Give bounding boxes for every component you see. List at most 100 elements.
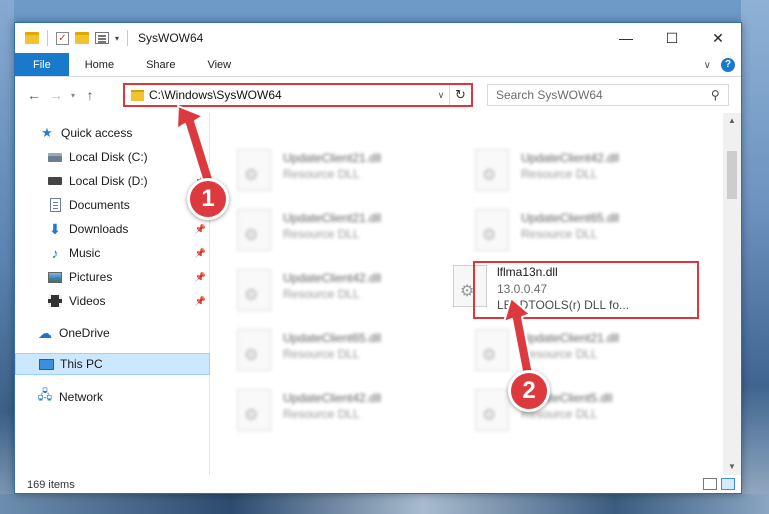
computer-icon bbox=[38, 357, 54, 371]
network-icon: 🖧 bbox=[37, 387, 53, 402]
sidebar-item-label: Videos bbox=[69, 294, 106, 308]
list-item[interactable]: ⚙ UpdateClient65.dll Resource DLL bbox=[449, 203, 674, 255]
desktop-wallpaper-bottom bbox=[0, 494, 769, 514]
search-placeholder[interactable]: Search SysWOW64 bbox=[496, 88, 711, 102]
file-name: UpdateClient21.dll bbox=[283, 211, 382, 225]
scrollbar-thumb[interactable] bbox=[727, 151, 737, 199]
toolbar-divider bbox=[127, 30, 129, 46]
chevron-down-icon[interactable]: ▾ bbox=[115, 34, 119, 43]
tab-home[interactable]: Home bbox=[69, 53, 130, 76]
properties-icon[interactable] bbox=[95, 32, 109, 44]
sidebar-item-music[interactable]: ♪ Music 📌 bbox=[15, 242, 210, 264]
properties-check-icon[interactable]: ✓ bbox=[56, 31, 69, 45]
refresh-icon[interactable]: ↻ bbox=[449, 85, 471, 105]
star-icon: ★ bbox=[41, 125, 53, 140]
scroll-down-icon[interactable]: ▼ bbox=[723, 459, 741, 475]
folder-icon bbox=[25, 32, 39, 44]
help-icon[interactable]: ? bbox=[721, 58, 735, 72]
maximize-button[interactable]: ☐ bbox=[649, 23, 695, 53]
pin-icon[interactable]: 📌 bbox=[195, 224, 206, 235]
file-name: UpdateClient65.dll bbox=[283, 331, 382, 345]
tab-view[interactable]: View bbox=[191, 53, 247, 76]
music-icon: ♪ bbox=[51, 245, 59, 261]
cloud-icon: ☁ bbox=[38, 324, 52, 341]
file-name: UpdateClient42.dll bbox=[283, 271, 382, 285]
address-bar[interactable]: C:\Windows\SysWOW64 ∨ ↻ bbox=[123, 83, 473, 107]
video-icon bbox=[47, 294, 63, 308]
minimize-button[interactable]: — bbox=[603, 23, 649, 53]
search-input[interactable]: Search SysWOW64 ⚲ bbox=[487, 84, 729, 106]
list-item[interactable]: ⚙ UpdateClient5.dll Resource DLL bbox=[449, 383, 674, 435]
chevron-down-icon[interactable]: ∨ bbox=[433, 90, 449, 101]
sidebar-item-local-disk-d[interactable]: Local Disk (D:) 📌 bbox=[15, 170, 210, 192]
sidebar-item-downloads[interactable]: ⬇ Downloads 📌 bbox=[15, 218, 210, 240]
file-name: UpdateClient42.dll bbox=[283, 391, 382, 405]
dll-file-icon: ⚙ bbox=[237, 149, 271, 191]
pin-icon[interactable]: 📌 bbox=[195, 248, 206, 259]
dll-file-icon: ⚙ bbox=[475, 149, 509, 191]
sidebar-item-network[interactable]: 🖧 Network bbox=[15, 386, 210, 408]
sidebar-item-pictures[interactable]: Pictures 📌 bbox=[15, 266, 210, 288]
sidebar-item-videos[interactable]: Videos 📌 bbox=[15, 290, 210, 312]
scroll-up-icon[interactable]: ▲ bbox=[723, 113, 741, 129]
file-list: ⚙ UpdateClient21.dll Resource DLL ⚙ Upda… bbox=[211, 113, 723, 475]
item-count: 169 items bbox=[27, 479, 75, 491]
forward-arrow-icon[interactable]: → bbox=[45, 87, 67, 103]
dll-file-icon: ⚙ bbox=[237, 329, 271, 371]
large-icons-view-icon[interactable] bbox=[721, 478, 735, 490]
list-item[interactable]: ⚙ UpdateClient21.dll Resource DLL bbox=[449, 323, 674, 375]
sidebar-item-quick-access[interactable]: ★ Quick access bbox=[15, 122, 210, 144]
window-title: SysWOW64 bbox=[138, 31, 204, 45]
dll-file-icon: ⚙ bbox=[237, 269, 271, 311]
pin-icon[interactable]: 📌 bbox=[195, 296, 206, 307]
file-name: UpdateClient21.dll bbox=[521, 331, 620, 345]
quick-access-toolbar: ✓ ▾ bbox=[15, 30, 130, 46]
dll-file-icon: ⚙ bbox=[237, 209, 271, 251]
status-bar: 169 items bbox=[15, 475, 741, 495]
drive-icon bbox=[47, 174, 63, 188]
navigation-bar: ← → ▾ ↑ C:\Windows\SysWOW64 ∨ ↻ Search S… bbox=[15, 78, 741, 112]
close-button[interactable]: ✕ bbox=[695, 23, 741, 53]
file-type: Resource DLL bbox=[283, 347, 360, 361]
vertical-scrollbar[interactable]: ▲ ▼ bbox=[723, 113, 741, 475]
drive-icon bbox=[47, 150, 63, 164]
pin-icon[interactable]: 📌 bbox=[195, 272, 206, 283]
file-type: Resource DLL bbox=[283, 227, 360, 241]
document-icon bbox=[47, 198, 63, 212]
title-bar: ✓ ▾ SysWOW64 — ☐ ✕ bbox=[15, 23, 741, 53]
ribbon-tabs: File Home Share View ∨ ? bbox=[15, 53, 741, 77]
desktop-wallpaper-left bbox=[0, 0, 14, 514]
dll-file-icon: ⚙ bbox=[475, 209, 509, 251]
list-item[interactable]: ⚙ UpdateClient65.dll Resource DLL bbox=[211, 323, 436, 375]
expand-ribbon-icon[interactable]: ∨ bbox=[704, 60, 711, 71]
view-toggles bbox=[703, 478, 735, 490]
list-item[interactable]: ⚙ UpdateClient42.dll Resource DLL bbox=[449, 143, 674, 195]
sidebar-item-label: Documents bbox=[69, 198, 130, 212]
tab-file[interactable]: File bbox=[15, 53, 69, 76]
file-type: Resource DLL bbox=[521, 347, 598, 361]
list-item[interactable]: ⚙ UpdateClient21.dll Resource DLL bbox=[211, 143, 436, 195]
address-path[interactable]: C:\Windows\SysWOW64 bbox=[149, 88, 433, 102]
file-type: Resource DLL bbox=[283, 167, 360, 181]
sidebar-item-local-disk-c[interactable]: Local Disk (C:) 📌 bbox=[15, 146, 210, 168]
sidebar-item-label: Downloads bbox=[69, 222, 129, 236]
list-item[interactable]: ⚙ UpdateClient42.dll Resource DLL bbox=[211, 263, 436, 315]
ribbon-right: ∨ ? bbox=[704, 53, 735, 77]
list-item[interactable]: ⚙ UpdateClient21.dll Resource DLL bbox=[211, 203, 436, 255]
tab-share[interactable]: Share bbox=[130, 53, 191, 76]
file-type: Resource DLL bbox=[283, 407, 360, 421]
new-folder-icon[interactable] bbox=[75, 32, 89, 44]
sidebar-item-onedrive[interactable]: ☁ OneDrive bbox=[15, 322, 210, 344]
navigation-pane: ★ Quick access Local Disk (C:) 📌 Local D… bbox=[15, 113, 210, 475]
sidebar-item-this-pc[interactable]: This PC bbox=[15, 353, 210, 375]
pin-icon[interactable]: 📌 bbox=[195, 152, 206, 163]
back-arrow-icon[interactable]: ← bbox=[23, 87, 45, 103]
up-arrow-icon[interactable]: ↑ bbox=[79, 87, 101, 103]
details-view-icon[interactable] bbox=[703, 478, 717, 490]
sidebar-item-label: Network bbox=[59, 390, 104, 404]
step-1-badge: 1 bbox=[187, 178, 229, 220]
recent-locations-icon[interactable]: ▾ bbox=[67, 91, 79, 100]
list-item[interactable]: ⚙ UpdateClient42.dll Resource DLL bbox=[211, 383, 436, 435]
sidebar-item-documents[interactable]: Documents 📌 bbox=[15, 194, 210, 216]
sidebar-item-label: Local Disk (C:) bbox=[69, 150, 148, 164]
